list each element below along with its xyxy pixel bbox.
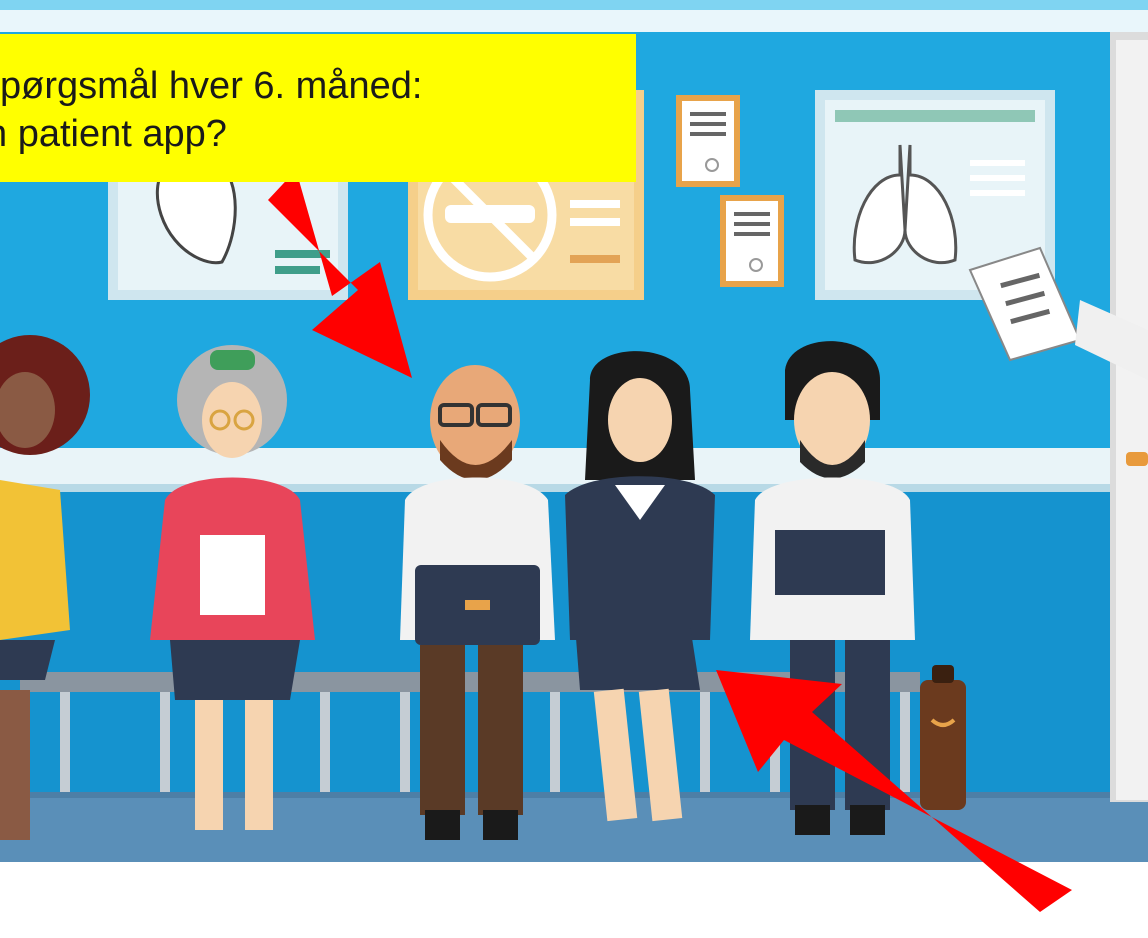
document-small-1 [676, 95, 740, 187]
door-handle-icon [1126, 452, 1148, 466]
waiting-room-slide: pørgsmål hver 6. måned: n patient app? [0, 0, 1148, 938]
paper-icon [200, 535, 265, 615]
document-small-2 [720, 195, 784, 287]
question-callout: pørgsmål hver 6. måned: n patient app? [0, 34, 636, 182]
book-icon [775, 530, 885, 595]
door [1110, 32, 1148, 802]
bag [920, 665, 966, 810]
callout-line-2: n patient app? [0, 113, 227, 155]
callout-line-1: pørgsmål hver 6. måned: [0, 65, 423, 107]
